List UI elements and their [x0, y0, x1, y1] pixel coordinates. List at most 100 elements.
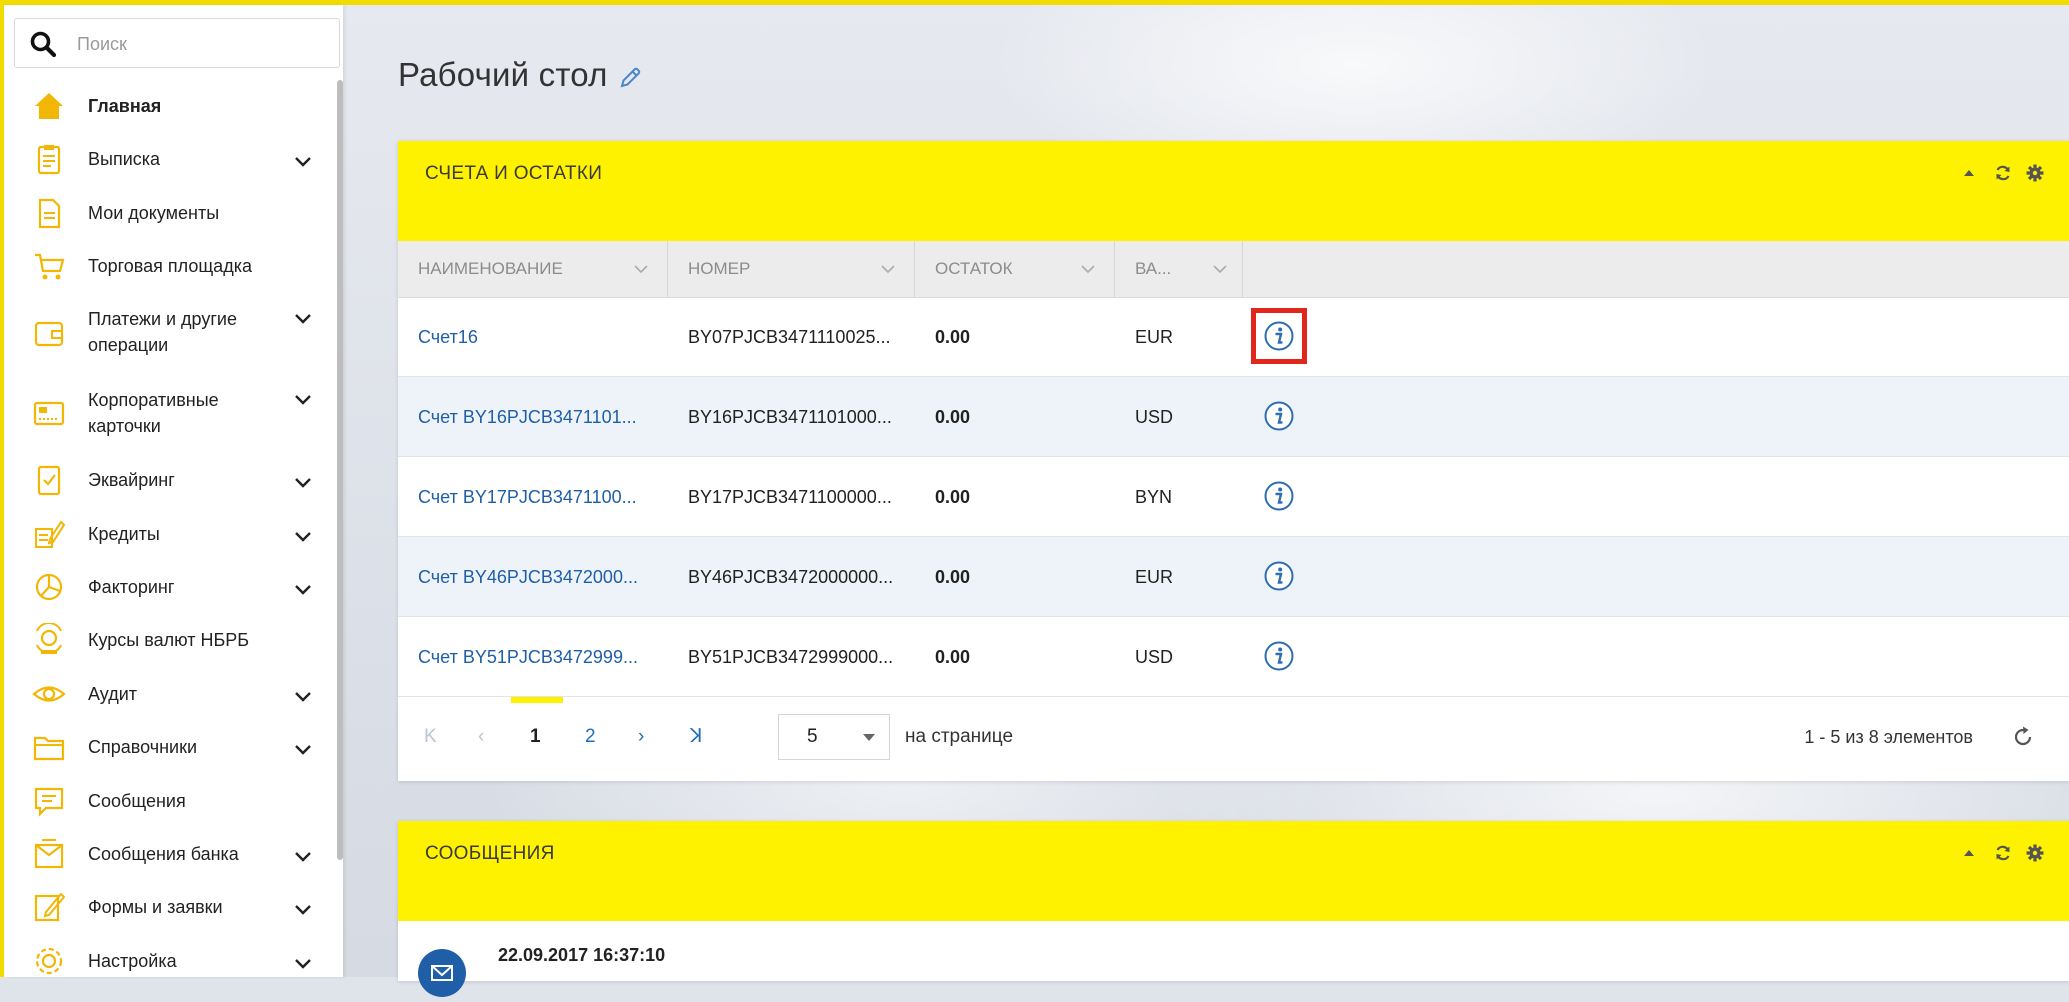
sidebar-item-label: Сообщения банка — [88, 843, 239, 864]
column-sort-chevron-icon[interactable] — [1212, 264, 1228, 274]
settings-gear-icon — [35, 947, 63, 975]
chevron-down-icon[interactable] — [293, 690, 313, 704]
sidebar-item-1[interactable]: Главная — [4, 80, 334, 132]
settings-icon[interactable] — [2025, 843, 2045, 863]
settings-icon[interactable] — [2025, 163, 2045, 183]
chevron-down-icon[interactable] — [293, 530, 313, 544]
chevron-down-icon[interactable] — [293, 583, 313, 597]
account-name-link[interactable]: Счет BY16PJCB3471101... — [418, 377, 653, 457]
table-row[interactable]: Счет BY51PJCB3472999... BY51PJCB347299900… — [398, 617, 2069, 697]
first-page-button[interactable]: K — [424, 697, 437, 777]
message-icon — [34, 787, 64, 817]
column-sort-chevron-icon[interactable] — [880, 264, 896, 274]
accounts-widget: СЧЕТА И ОСТАТКИ НАИМЕНОВАНИЕ НОМЕР ОСТАТ… — [398, 141, 2069, 781]
document-icon — [38, 198, 61, 228]
eye-icon — [32, 685, 66, 702]
wallet-icon — [34, 321, 64, 346]
info-icon[interactable] — [1263, 400, 1295, 432]
sidebar-item-label: Сообщения — [88, 790, 186, 811]
widget-tools — [1959, 163, 2055, 183]
sidebar-item-3[interactable]: Мои документы — [4, 186, 334, 239]
sidebar-item-label: Справочники — [88, 737, 198, 757]
column-header-number[interactable]: НОМЕР — [668, 241, 915, 297]
chevron-down-icon[interactable] — [293, 155, 313, 169]
sidebar-item-11[interactable]: Аудит — [4, 667, 334, 720]
sidebar-item-9[interactable]: Факторинг — [4, 560, 334, 613]
credit-icon — [35, 519, 66, 548]
widget-tools — [1959, 843, 2055, 863]
chevron-down-icon[interactable] — [293, 957, 313, 971]
table-row[interactable]: Счет BY16PJCB3471101... BY16PJCB347110100… — [398, 377, 2069, 457]
search-box — [14, 18, 340, 68]
sidebar-item-13[interactable]: Сообщения — [4, 774, 334, 827]
sidebar-item-10[interactable]: Курсы валют НБРБ — [4, 613, 334, 667]
table-row[interactable]: Счет BY46PJCB3472000... BY46PJCB347200000… — [398, 537, 2069, 617]
sidebar-item-label: Корпоративные карточки — [88, 390, 219, 436]
sidebar-item-8[interactable]: Кредиты — [4, 507, 334, 560]
pencil-icon[interactable] — [617, 65, 643, 91]
card-icon — [33, 401, 65, 426]
bank-message-icon — [34, 838, 64, 868]
info-icon[interactable] — [1251, 308, 1307, 364]
sidebar-item-14[interactable]: Сообщения банка — [4, 827, 334, 880]
column-header-name[interactable]: НАИМЕНОВАНИЕ — [398, 241, 668, 297]
sidebar-item-label: Торговая площадка — [88, 255, 252, 276]
sidebar-item-2[interactable]: Выписка — [4, 132, 334, 186]
page-size-select[interactable]: 5 — [778, 714, 890, 760]
sidebar-item-label: Эквайринг — [88, 470, 175, 490]
sidebar-item-7[interactable]: Эквайринг — [4, 453, 334, 507]
envelope-icon — [418, 949, 466, 997]
table-row[interactable]: Счет BY17PJCB3471100... BY17PJCB347110000… — [398, 457, 2069, 537]
collapse-icon[interactable] — [1959, 843, 1979, 863]
info-icon[interactable] — [1263, 480, 1295, 512]
refresh-icon[interactable] — [1993, 843, 2013, 863]
account-currency: BYN — [1135, 487, 1173, 507]
table-row[interactable]: Счет16 BY07PJCB3471110025... 0.00 EUR — [398, 297, 2069, 377]
info-icon[interactable] — [1263, 560, 1295, 592]
sidebar-item-label: Платежи и другие операции — [88, 309, 238, 355]
account-number: BY16PJCB3471101000... — [688, 407, 892, 427]
sidebar-item-label: Настройка — [88, 951, 177, 971]
account-name-link[interactable]: Счет16 — [418, 297, 653, 377]
sidebar-item-16[interactable]: Настройка — [4, 934, 334, 988]
account-currency: USD — [1135, 407, 1174, 427]
prev-page-button[interactable]: ‹ — [478, 697, 484, 777]
search-icon[interactable] — [29, 30, 57, 58]
account-name-link[interactable]: Счет BY46PJCB3472000... — [418, 537, 653, 617]
sidebar-scrollbar[interactable] — [337, 80, 343, 860]
last-page-button[interactable]: ꓘ — [690, 697, 702, 777]
chevron-down-icon[interactable] — [293, 312, 313, 326]
column-header-currency[interactable]: ВА... — [1115, 241, 1243, 297]
next-page-button[interactable]: › — [638, 697, 644, 777]
info-icon[interactable] — [1263, 640, 1295, 672]
page-1-button[interactable]: 1 — [530, 697, 541, 777]
refresh-icon[interactable] — [1993, 163, 2013, 183]
pager-refresh-icon[interactable] — [2011, 725, 2035, 749]
page-title: Рабочий стол — [398, 56, 608, 93]
messages-widget-title: СООБЩЕНИЯ — [425, 843, 555, 864]
sidebar-item-5[interactable]: Платежи и другие операции — [4, 292, 334, 373]
sidebar-item-6[interactable]: Корпоративные карточки — [4, 373, 334, 453]
column-sort-chevron-icon[interactable] — [633, 264, 649, 274]
chevron-down-icon[interactable] — [293, 850, 313, 864]
chevron-down-icon[interactable] — [293, 393, 313, 407]
chevron-down-icon[interactable] — [293, 476, 313, 490]
chevron-down-icon[interactable] — [293, 903, 313, 917]
pie-chart-icon — [35, 573, 63, 600]
sidebar-item-12[interactable]: Справочники — [4, 720, 334, 774]
account-name-link[interactable]: Счет BY51PJCB3472999... — [418, 617, 653, 697]
pager-range-info: 1 - 5 из 8 элементов — [1804, 727, 1973, 747]
account-number: BY46PJCB3472000000... — [688, 567, 894, 587]
collapse-icon[interactable] — [1959, 163, 1979, 183]
sidebar: Главная Выписка Мои документы Торговая площ… — [4, 5, 343, 977]
page-2-button[interactable]: 2 — [585, 697, 596, 777]
column-header-balance[interactable]: ОСТАТОК — [915, 241, 1115, 297]
chevron-down-icon[interactable] — [293, 743, 313, 757]
column-sort-chevron-icon[interactable] — [1080, 264, 1096, 274]
account-number: BY17PJCB3471100000... — [688, 487, 892, 507]
sidebar-item-4[interactable]: Торговая площадка — [4, 239, 334, 292]
sidebar-item-15[interactable]: Формы и заявки — [4, 880, 334, 934]
account-name-link[interactable]: Счет BY17PJCB3471100... — [418, 457, 653, 537]
form-edit-icon — [34, 892, 66, 922]
search-input[interactable] — [75, 29, 329, 59]
